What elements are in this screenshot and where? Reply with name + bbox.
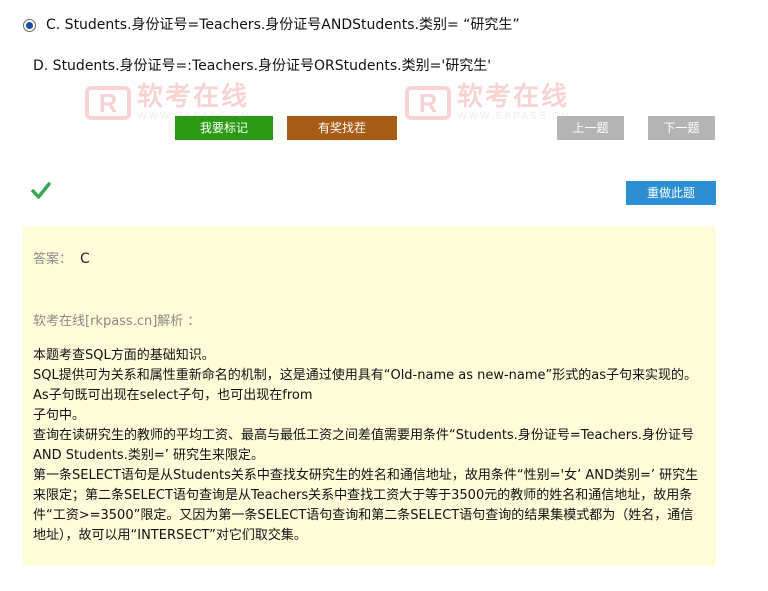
answer-value: C — [80, 251, 90, 267]
answer-row: 答案： C — [33, 248, 90, 267]
explanation-paragraph: 本题考查SQL方面的基础知识。 — [33, 348, 215, 363]
option-c-radio[interactable] — [23, 18, 36, 32]
option-d[interactable]: D. Students.身份证号=:Teachers.身份证号ORStudent… — [33, 57, 491, 75]
rkpass-logo-icon: R — [405, 85, 451, 120]
explanation-paragraph: 子句中。 — [33, 408, 86, 423]
next-question-button[interactable]: 下一题 — [648, 116, 715, 140]
watermark-brand: 软考在线 — [457, 82, 570, 112]
prev-question-button[interactable]: 上一题 — [557, 116, 624, 140]
watermark-brand: 软考在线 — [137, 82, 250, 112]
answer-panel: 答案： C 软考在线[rkpass.cn]解析 ： 本题考查SQL方面的基础知识… — [23, 226, 716, 566]
rkpass-logo-icon: R — [85, 85, 131, 120]
explanation-paragraph: SQL提供可为关系和属性重新命名的机制，这是通过使用具有“Old-name as… — [33, 368, 698, 403]
check-icon — [31, 182, 51, 199]
watermark: R 软考在线 WWW.RKPASS.CN — [405, 83, 571, 122]
explanation: 本题考查SQL方面的基础知识。 SQL提供可为关系和属性重新命名的机制，这是通过… — [33, 346, 705, 546]
option-c-text: C. Students.身份证号=Teachers.身份证号ANDStudent… — [46, 17, 520, 33]
watermark-url: WWW.RKPASS.CN — [457, 111, 571, 122]
option-c[interactable]: C. Students.身份证号=Teachers.身份证号ANDStudent… — [23, 16, 520, 34]
explanation-paragraph: 查询在读研究生的教师的平均工资、最高与最低工资之间差值需要用条件“Student… — [33, 428, 695, 463]
explanation-paragraph: 第一条SELECT语句是从Students关系中查找女研究生的姓名和通信地址，故… — [33, 468, 699, 543]
report-error-button[interactable]: 有奖找茬 — [287, 116, 397, 140]
mark-button[interactable]: 我要标记 — [175, 116, 273, 140]
analysis-title: 软考在线[rkpass.cn]解析 ： — [33, 314, 201, 329]
answer-label: 答案： — [33, 252, 73, 267]
redo-button[interactable]: 重做此题 — [626, 181, 716, 205]
